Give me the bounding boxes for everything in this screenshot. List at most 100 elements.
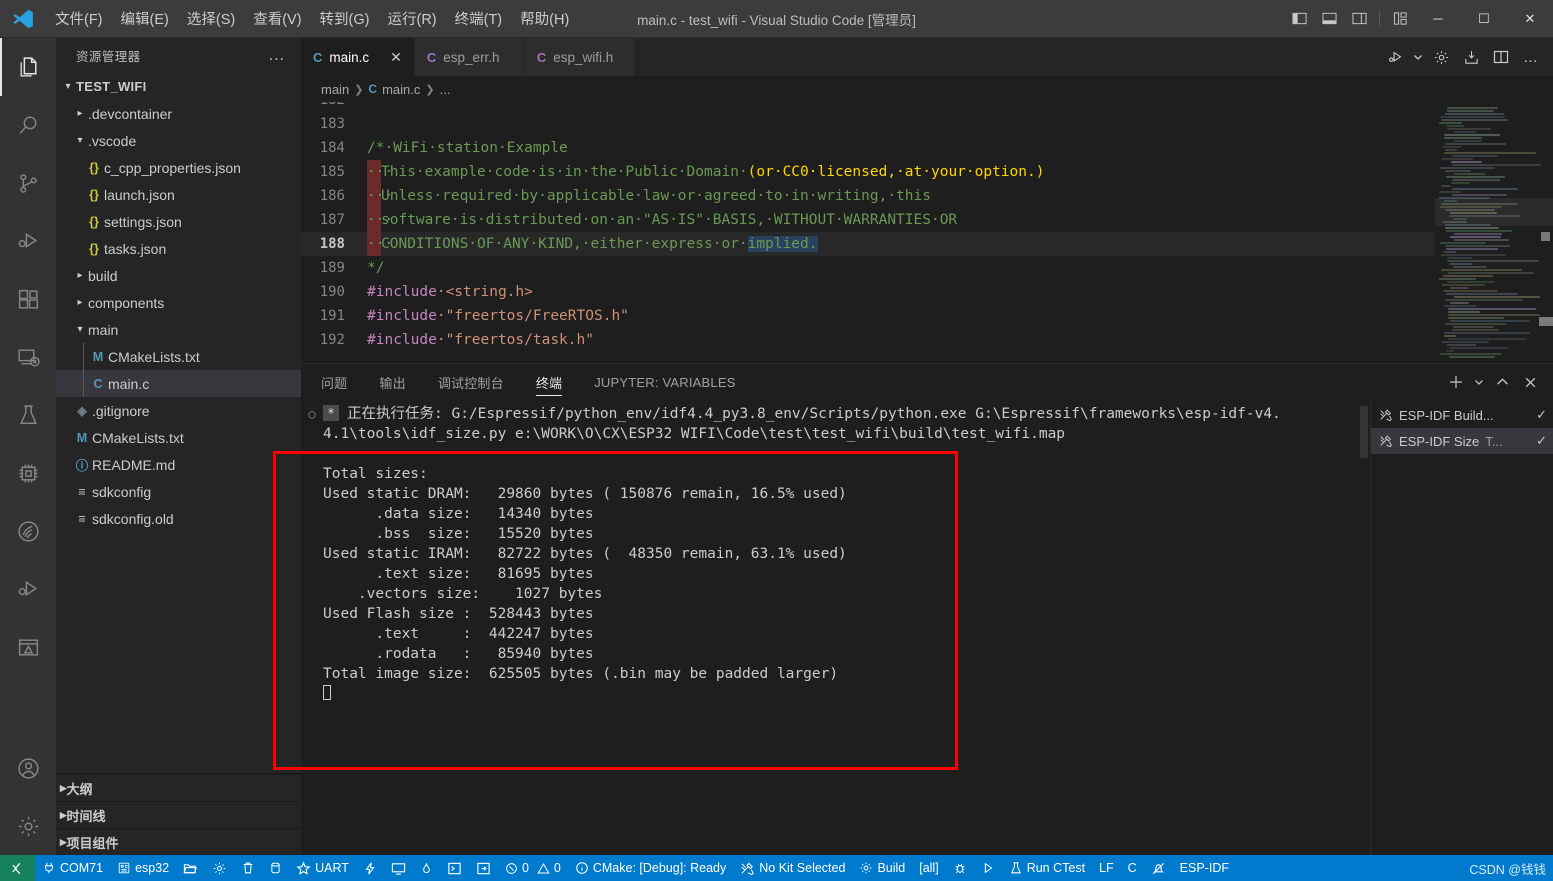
chevron-down-icon[interactable]	[1411, 43, 1425, 71]
status-target-chip[interactable]: esp32	[110, 855, 176, 881]
tab-problems[interactable]: 问题	[321, 364, 347, 400]
tab-esp-err-h[interactable]: C esp_err.h	[414, 38, 525, 76]
activitybar-testing-beaker-icon[interactable]	[0, 386, 56, 444]
tree-item-components[interactable]: ▸ components	[56, 289, 301, 316]
code-editor[interactable]: 182 183 184 /*·WiFi·station·Example 185 ··…	[301, 102, 1553, 363]
status-espidf[interactable]: ESP-IDF	[1173, 855, 1236, 881]
terminal-task-esp-idf-size[interactable]: ESP-IDF Size T... ✓	[1371, 428, 1553, 454]
status-launch-target[interactable]	[974, 855, 1002, 881]
status-flash-device[interactable]	[262, 855, 289, 881]
chevron-down-icon[interactable]: ▾	[60, 81, 76, 92]
status-remote-window-icon[interactable]	[0, 855, 35, 881]
activitybar-espressif-chip-icon[interactable]	[0, 444, 56, 502]
terminal-task-esp-idf-build[interactable]: ESP-IDF Build... ✓	[1371, 402, 1553, 428]
status-menuconfig[interactable]	[205, 855, 234, 881]
panel-bottom-toggle-icon[interactable]	[1314, 0, 1344, 37]
breadcrumb-file[interactable]: main.c	[382, 82, 420, 97]
status-kit[interactable]: No Kit Selected	[733, 855, 852, 881]
status-notifications[interactable]	[1144, 855, 1173, 881]
status-openocd[interactable]	[413, 855, 440, 881]
activitybar-cmake-window-icon[interactable]	[0, 618, 56, 676]
menu-terminal[interactable]: 终端(T)	[446, 0, 512, 37]
menu-bar[interactable]: 文件(F) 编辑(E) 选择(S) 查看(V) 转到(G) 运行(R) 终端(T…	[46, 0, 578, 37]
panel-right-toggle-icon[interactable]	[1344, 0, 1374, 37]
tree-item-main-cmakelists[interactable]: M CMakeLists.txt	[56, 343, 301, 370]
maximize-panel-icon[interactable]	[1489, 369, 1515, 395]
status-errors-warnings[interactable]: 0 0	[498, 855, 568, 881]
close-button[interactable]: ✕	[1507, 0, 1553, 37]
minimap-slider[interactable]	[1435, 198, 1553, 226]
sidebar-section-project-components[interactable]: ▸ 项目组件	[56, 828, 301, 855]
tree-item-root-cmakelists[interactable]: M CMakeLists.txt	[56, 424, 301, 451]
tree-item-main-c[interactable]: C main.c	[56, 370, 301, 397]
breadcrumb-main[interactable]: main	[321, 82, 349, 97]
status-debug-target[interactable]	[946, 855, 974, 881]
minimap[interactable]	[1435, 102, 1553, 363]
status-build-target[interactable]: [all]	[912, 855, 945, 881]
tree-item-gitignore[interactable]: ◈ .gitignore	[56, 397, 301, 424]
tree-item-tasks-json[interactable]: {} tasks.json	[56, 235, 301, 262]
more-actions-icon[interactable]: …	[1517, 43, 1545, 71]
activitybar-account-icon[interactable]	[0, 739, 56, 797]
status-eol[interactable]: LF	[1092, 855, 1121, 881]
breadcrumb-symbol[interactable]: ...	[440, 82, 451, 97]
minimize-button[interactable]: ─	[1415, 0, 1461, 37]
explorer-more-actions-icon[interactable]: ...	[269, 47, 293, 65]
sidebar-section-timeline[interactable]: ▸ 时间线	[56, 801, 301, 828]
activitybar-cmake-debug-icon[interactable]	[0, 560, 56, 618]
status-uart[interactable]: UART	[289, 855, 356, 881]
tree-item-main-folder[interactable]: ▾ main	[56, 316, 301, 343]
activitybar-search-icon[interactable]	[0, 96, 56, 154]
status-cmake-state[interactable]: CMake: [Debug]: Ready	[568, 855, 733, 881]
menu-selection[interactable]: 选择(S)	[178, 0, 244, 37]
tab-jupyter-variables[interactable]: JUPYTER: VARIABLES	[594, 364, 735, 400]
status-fullclean[interactable]	[234, 855, 262, 881]
customize-layout-icon[interactable]	[1385, 0, 1415, 37]
menu-edit[interactable]: 编辑(E)	[112, 0, 178, 37]
close-panel-icon[interactable]	[1517, 369, 1543, 395]
activitybar-run-debug-icon[interactable]	[0, 212, 56, 270]
status-export-idf[interactable]	[469, 855, 498, 881]
breadcrumb[interactable]: main ❯ C main.c ❯ ...	[301, 76, 1553, 102]
status-com-port[interactable]: COM71	[35, 855, 110, 881]
status-run-ctest[interactable]: Run CTest	[1002, 855, 1092, 881]
tab-terminal[interactable]: 终端	[535, 364, 563, 400]
tree-item-vscode[interactable]: ▾ .vscode	[56, 127, 301, 154]
menu-run[interactable]: 运行(R)	[378, 0, 445, 37]
menu-view[interactable]: 查看(V)	[244, 0, 310, 37]
status-build-button[interactable]: Build	[852, 855, 912, 881]
tree-item-sdkconfig[interactable]: ≡ sdkconfig	[56, 478, 301, 505]
split-editor-icon[interactable]	[1487, 43, 1515, 71]
run-or-debug-icon[interactable]	[1381, 43, 1409, 71]
menu-file[interactable]: 文件(F)	[46, 0, 112, 37]
maximize-button[interactable]: ☐	[1461, 0, 1507, 37]
status-open-folder[interactable]	[176, 855, 205, 881]
status-language-mode[interactable]: C	[1121, 855, 1144, 881]
panel-left-toggle-icon[interactable]	[1284, 0, 1314, 37]
tab-esp-wifi-h[interactable]: C esp_wifi.h	[524, 38, 635, 76]
status-terminal-idf[interactable]	[440, 855, 469, 881]
new-terminal-icon[interactable]	[1443, 369, 1469, 395]
activitybar-explorer-files-icon[interactable]	[0, 38, 56, 96]
chevron-down-icon[interactable]	[1471, 369, 1487, 395]
code-lines[interactable]: 182 183 184 /*·WiFi·station·Example 185 ··…	[301, 102, 1435, 363]
gear-icon[interactable]	[1427, 43, 1455, 71]
tab-main-c[interactable]: C main.c ✕	[301, 38, 415, 76]
activitybar-remote-explorer-icon[interactable]	[0, 328, 56, 386]
tab-output[interactable]: 输出	[379, 364, 405, 400]
tree-item-test_wifi[interactable]: ▾ TEST_WIFI	[56, 73, 301, 100]
tree-item-sdkconfig-old[interactable]: ≡ sdkconfig.old	[56, 505, 301, 532]
chevron-down-icon[interactable]: ▾	[72, 135, 88, 146]
activitybar-source-control-icon[interactable]	[0, 154, 56, 212]
activitybar-manage-gear-icon[interactable]	[0, 797, 56, 855]
chevron-down-icon[interactable]: ▾	[72, 324, 88, 335]
scrollbar-thumb[interactable]	[1539, 317, 1553, 326]
tree-item-launch-json[interactable]: {} launch.json	[56, 181, 301, 208]
editor-scrollbar[interactable]	[1539, 102, 1553, 363]
tab-debug-console[interactable]: 调试控制台	[438, 364, 504, 400]
status-build-flash-monitor[interactable]	[356, 855, 384, 881]
tree-item-c_cpp_properties-json[interactable]: {} c_cpp_properties.json	[56, 154, 301, 181]
download-icon[interactable]	[1457, 43, 1485, 71]
activitybar-wireless-icon[interactable]	[0, 502, 56, 560]
chevron-right-icon[interactable]: ▸	[72, 297, 88, 308]
